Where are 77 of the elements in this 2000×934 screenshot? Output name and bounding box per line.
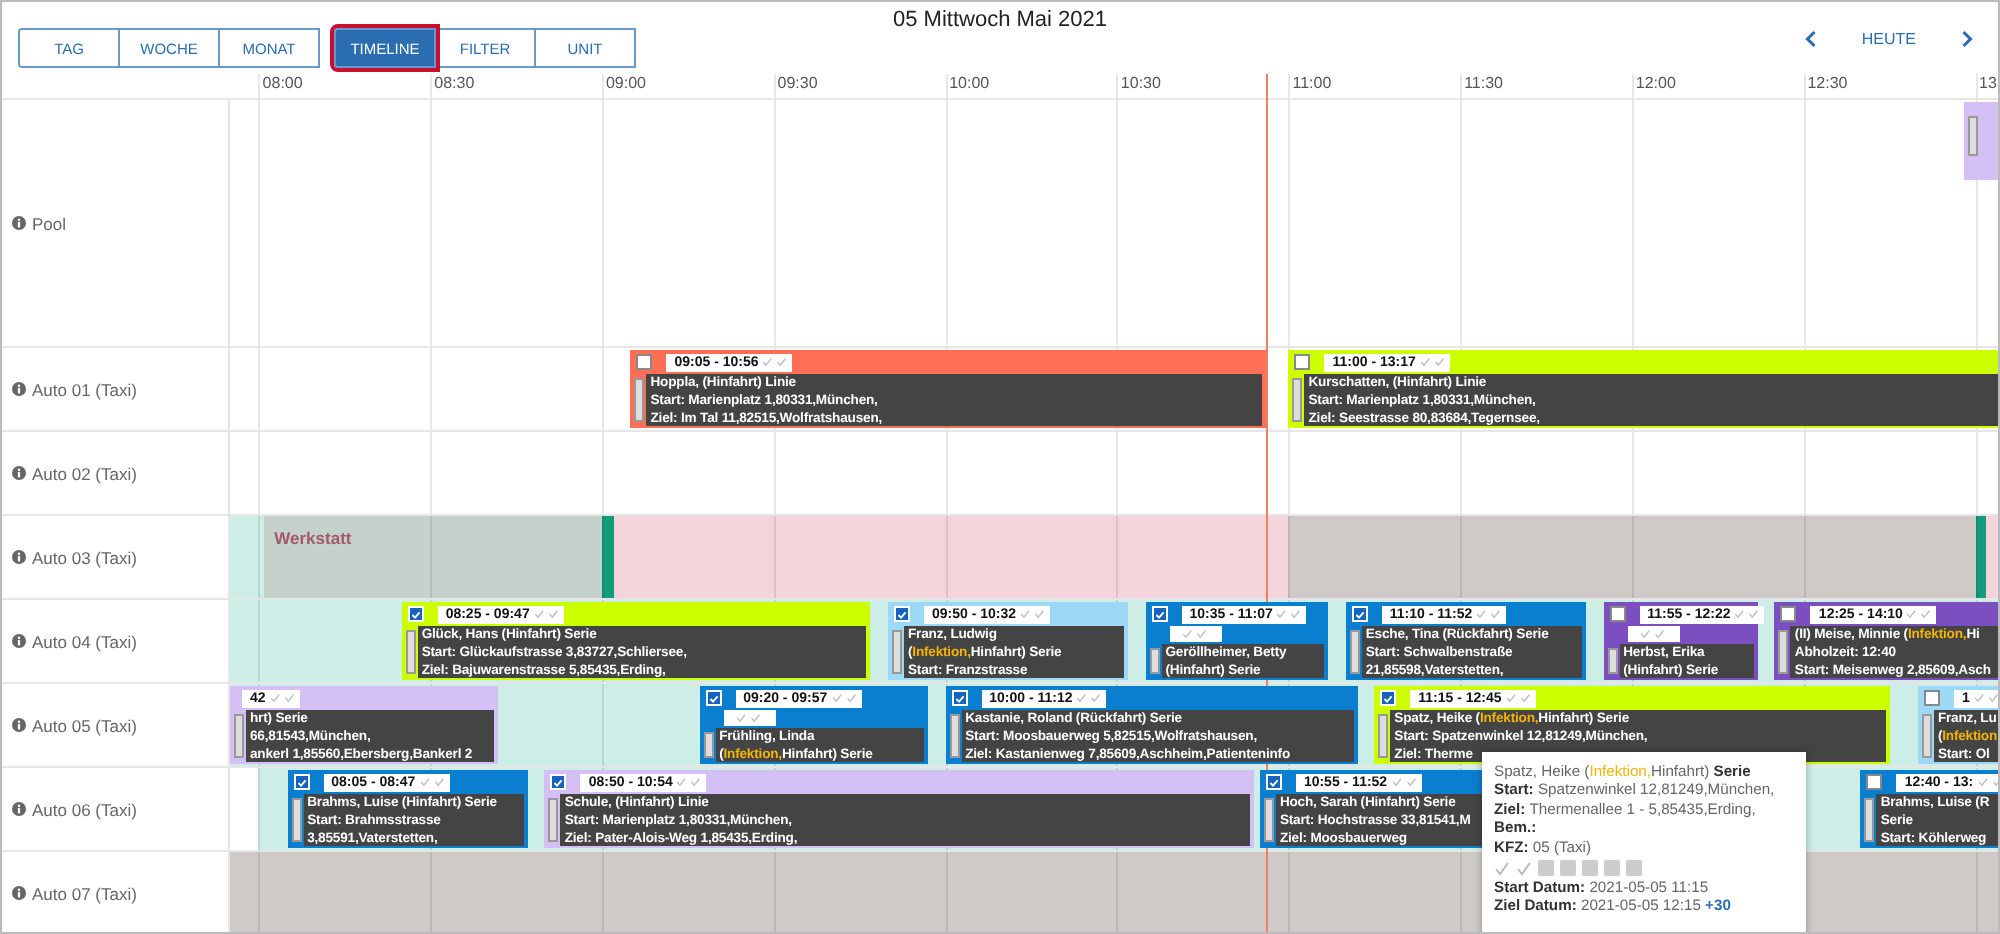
status-square-icon [1560, 859, 1576, 876]
drag-handle[interactable] [1149, 648, 1160, 674]
drag-handle[interactable] [1349, 630, 1360, 674]
checkbox[interactable] [1866, 774, 1883, 790]
check-marks-icon [1076, 692, 1103, 704]
info-icon[interactable] [12, 718, 26, 732]
status-square-icon [1582, 859, 1598, 876]
info-icon[interactable] [12, 216, 26, 230]
vehicle-label: Pool [32, 213, 67, 233]
check-marks-icon [1734, 608, 1761, 620]
check-marks-icon [762, 356, 789, 368]
time-tick-label: 11:30 [1464, 74, 1504, 92]
check-marks-icon [269, 692, 296, 704]
drag-handle[interactable] [234, 714, 244, 758]
vehicle-label: Auto 05 (Taxi) [32, 715, 137, 735]
drag-handle[interactable] [891, 630, 902, 674]
drag-handle[interactable] [291, 798, 302, 842]
info-icon[interactable] [12, 382, 26, 396]
vehicle-label: Auto 07 (Taxi) [32, 883, 137, 903]
drag-handle[interactable] [1292, 378, 1303, 422]
drag-handle[interactable] [1378, 714, 1389, 758]
checkbox[interactable] [1294, 354, 1311, 370]
vehicle-label: Auto 04 (Taxi) [32, 631, 137, 651]
previous-icon[interactable] [1803, 29, 1818, 47]
vehicle-label: Auto 03 (Taxi) [32, 547, 137, 567]
check-marks-icon [1476, 608, 1503, 620]
drag-handle[interactable] [1607, 648, 1618, 674]
vehicle-label: Auto 01 (Taxi) [32, 379, 137, 399]
checkbox[interactable] [636, 354, 653, 370]
time-tick-label: 10:00 [949, 74, 990, 92]
time-tick-label: 08:00 [262, 74, 303, 92]
drag-handle[interactable] [548, 798, 559, 842]
workshop-label: Werkstatt [274, 528, 352, 548]
check-marks-icon [676, 776, 703, 788]
info-icon[interactable] [12, 634, 26, 648]
info-icon[interactable] [12, 466, 26, 480]
check-marks-icon [831, 692, 858, 704]
time-tick-label: 13: [1979, 74, 1998, 92]
drag-handle[interactable] [1967, 116, 1978, 156]
time-tick-label: 12:30 [1807, 74, 1848, 92]
drag-handle[interactable] [634, 378, 645, 422]
drag-handle[interactable] [1263, 798, 1274, 842]
check-marks-icon [1505, 692, 1532, 704]
info-icon[interactable] [12, 886, 26, 900]
check-marks-icon [419, 776, 446, 788]
time-tick-label: 09:00 [605, 74, 646, 92]
vehicle-label: Auto 06 (Taxi) [32, 799, 137, 819]
vehicle-label: Auto 02 (Taxi) [32, 463, 137, 483]
status-square-icon [1538, 859, 1554, 876]
marker-bar [1975, 516, 1987, 598]
checkbox[interactable] [1609, 606, 1626, 622]
check-marks-icon [1391, 776, 1418, 788]
time-tick-label: 12:00 [1635, 74, 1676, 92]
check-marks-icon [1276, 608, 1303, 620]
check-marks-icon [1419, 356, 1446, 368]
check-marks-icon [533, 608, 560, 620]
info-icon[interactable] [12, 550, 26, 564]
next-icon[interactable] [1960, 29, 1974, 47]
time-tick-label: 10:30 [1120, 74, 1161, 92]
status-square-icon [1604, 859, 1620, 876]
check-marks-icon [1020, 608, 1047, 620]
date-title: 05 Mittwoch Mai 2021 [893, 6, 1107, 36]
checkbox[interactable] [1780, 606, 1797, 622]
status-square-icon [1626, 859, 1642, 876]
time-tick-label: 08:30 [434, 74, 475, 92]
drag-handle[interactable] [1864, 798, 1875, 842]
time-tick-label: 11:00 [1292, 74, 1332, 92]
drag-handle[interactable] [405, 630, 416, 674]
drag-handle[interactable] [1778, 630, 1789, 674]
drag-handle[interactable] [703, 732, 714, 758]
info-icon[interactable] [12, 802, 26, 816]
time-tick-label: 09:30 [777, 74, 818, 92]
today-button[interactable]: HEUTE [1845, 29, 1932, 47]
drag-handle[interactable] [1921, 714, 1932, 758]
check-marks-icon [1906, 608, 1933, 620]
checkbox[interactable] [1923, 690, 1940, 706]
drag-handle[interactable] [949, 714, 960, 758]
